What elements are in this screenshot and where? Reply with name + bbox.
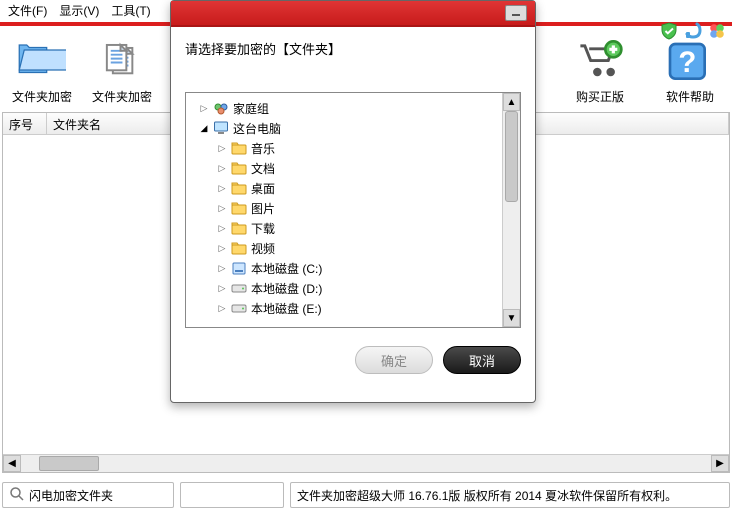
expand-icon[interactable]: ▷ <box>217 163 227 174</box>
expand-icon[interactable]: ▷ <box>199 103 209 114</box>
folder-tree: ▷ 家庭组 ◢ 这台电脑 ▷ 音乐 ▷ 文档 ▷ 桌面 ▷ 图片 ▷ 下载 ▷ 视频 ▷ 本地磁盘 (C:… <box>185 92 521 328</box>
folder-icon <box>231 140 247 156</box>
status-left-text: 闪电加密文件夹 <box>29 487 113 504</box>
dialog-titlebar[interactable] <box>171 1 535 27</box>
hard-disk-icon <box>231 260 247 276</box>
expand-icon[interactable]: ▷ <box>217 223 227 234</box>
homegroup-icon <box>213 100 229 116</box>
tree-label: 桌面 <box>251 180 275 197</box>
tree-item-drive-d[interactable]: ▷ 本地磁盘 (D:) <box>189 278 499 298</box>
expand-icon[interactable]: ▷ <box>217 263 227 274</box>
tree-label: 音乐 <box>251 140 275 157</box>
scroll-thumb[interactable] <box>505 111 518 202</box>
cancel-label: 取消 <box>469 351 495 370</box>
tree-item-video[interactable]: ▷ 视频 <box>189 238 499 258</box>
tree-label: 文档 <box>251 160 275 177</box>
help-icon <box>666 40 714 88</box>
tool-help[interactable]: 软件帮助 <box>660 40 720 105</box>
status-right: 文件夹加密超级大师 16.76.1版 版权所有 2014 夏冰软件保留所有权利。 <box>290 482 730 508</box>
browse-folder-dialog: 请选择要加密的【文件夹】 ▷ 家庭组 ◢ 这台电脑 ▷ 音乐 ▷ 文档 ▷ 桌面 ▷ 图片 ▷ 下… <box>170 0 536 403</box>
expand-icon[interactable]: ▷ <box>217 243 227 254</box>
expand-icon[interactable]: ▷ <box>217 143 227 154</box>
expand-icon[interactable]: ▷ <box>217 303 227 314</box>
drive-icon <box>231 300 247 316</box>
tree-label: 本地磁盘 (D:) <box>251 280 322 297</box>
tree-item-drive-e[interactable]: ▷ 本地磁盘 (E:) <box>189 298 499 318</box>
tree-item-this-pc[interactable]: ◢ 这台电脑 <box>189 118 499 138</box>
tree-label: 家庭组 <box>233 100 269 117</box>
col-index[interactable]: 序号 <box>3 113 47 134</box>
tool-buy[interactable]: 购买正版 <box>570 40 630 105</box>
menu-view[interactable]: 显示(V) <box>59 2 99 19</box>
folder-icon <box>231 200 247 216</box>
tool-label: 文件夹加密 <box>12 88 72 105</box>
papers-icon <box>98 40 146 88</box>
tool-folder-encrypt-b[interactable]: 文件夹加密 <box>92 40 152 105</box>
folder-icon <box>231 180 247 196</box>
tree-item-docs[interactable]: ▷ 文档 <box>189 158 499 178</box>
scroll-up-icon[interactable]: ▲ <box>503 93 520 111</box>
tree-label: 下载 <box>251 220 275 237</box>
clover-icon <box>708 22 726 45</box>
folder-icon <box>231 220 247 236</box>
scroll-track[interactable] <box>21 455 711 472</box>
tree-item-drive-c[interactable]: ▷ 本地磁盘 (C:) <box>189 258 499 278</box>
phone-icon <box>684 22 702 45</box>
tool-label: 文件夹加密 <box>92 88 152 105</box>
tree-label: 图片 <box>251 200 275 217</box>
scroll-left-icon[interactable]: ◀ <box>3 455 21 472</box>
tool-label: 软件帮助 <box>660 88 720 105</box>
scroll-down-icon[interactable]: ▼ <box>503 309 520 327</box>
computer-icon <box>213 120 229 136</box>
horizontal-scrollbar[interactable]: ◀ ▶ <box>3 454 729 472</box>
tree-item-desktop[interactable]: ▷ 桌面 <box>189 178 499 198</box>
tree-label: 这台电脑 <box>233 120 281 137</box>
cart-icon <box>576 40 624 88</box>
status-mid <box>180 482 284 508</box>
shield-icon <box>660 22 678 45</box>
expand-icon[interactable]: ▷ <box>217 283 227 294</box>
tree-scrollbar[interactable]: ▲ ▼ <box>502 93 520 327</box>
ok-button[interactable]: 确定 <box>355 346 433 374</box>
header-status-icons <box>660 22 726 45</box>
tool-label: 购买正版 <box>570 88 630 105</box>
scroll-right-icon[interactable]: ▶ <box>711 455 729 472</box>
tree-label: 本地磁盘 (C:) <box>251 260 322 277</box>
tree-item-down[interactable]: ▷ 下载 <box>189 218 499 238</box>
folder-icon <box>18 40 66 88</box>
menu-file[interactable]: 文件(F) <box>8 2 47 19</box>
collapse-icon[interactable]: ◢ <box>199 123 209 134</box>
menu-tool[interactable]: 工具(T) <box>111 2 150 19</box>
scroll-thumb[interactable] <box>39 456 99 471</box>
drive-icon <box>231 280 247 296</box>
folder-icon <box>231 160 247 176</box>
status-right-text: 文件夹加密超级大师 16.76.1版 版权所有 2014 夏冰软件保留所有权利。 <box>297 487 677 504</box>
tree-item-pics[interactable]: ▷ 图片 <box>189 198 499 218</box>
cancel-button[interactable]: 取消 <box>443 346 521 374</box>
statusbar: 闪电加密文件夹 文件夹加密超级大师 16.76.1版 版权所有 2014 夏冰软… <box>2 481 730 509</box>
status-left: 闪电加密文件夹 <box>2 482 174 508</box>
tool-folder-encrypt-a[interactable]: 文件夹加密 <box>12 40 72 105</box>
minimize-button[interactable] <box>505 5 527 21</box>
minimize-icon <box>511 9 521 17</box>
search-icon <box>9 486 25 505</box>
tree-label: 视频 <box>251 240 275 257</box>
expand-icon[interactable]: ▷ <box>217 203 227 214</box>
expand-icon[interactable]: ▷ <box>217 183 227 194</box>
ok-label: 确定 <box>381 351 407 370</box>
folder-icon <box>231 240 247 256</box>
tree-label: 本地磁盘 (E:) <box>251 300 322 317</box>
tree-item-homegroup[interactable]: ▷ 家庭组 <box>189 98 499 118</box>
dialog-prompt: 请选择要加密的【文件夹】 <box>185 39 521 58</box>
tree-item-music[interactable]: ▷ 音乐 <box>189 138 499 158</box>
